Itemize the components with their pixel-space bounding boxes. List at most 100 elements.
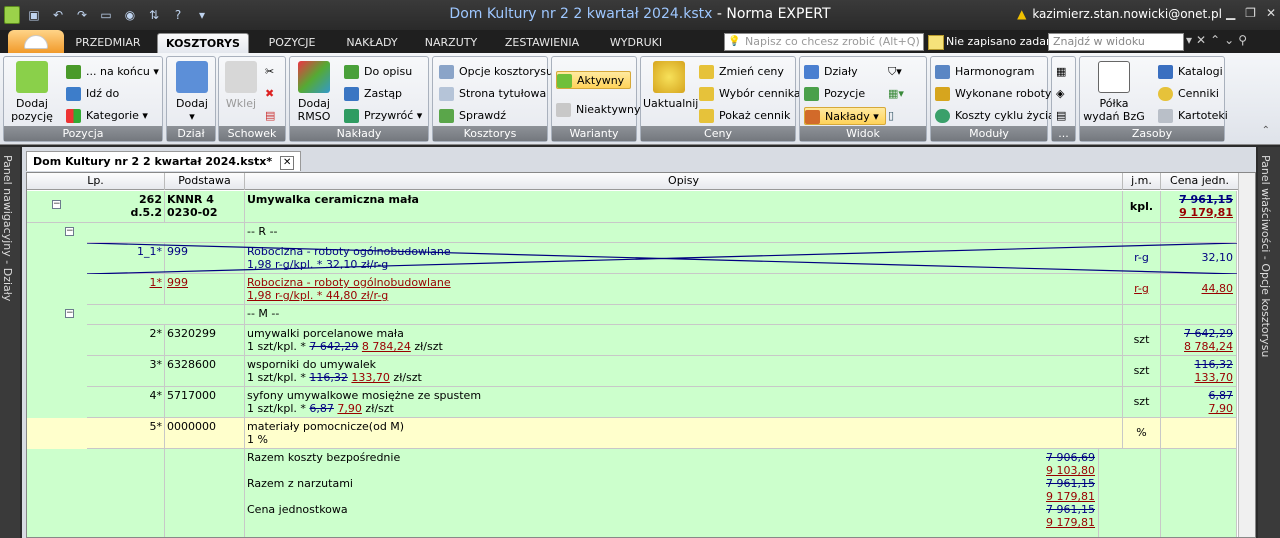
show-pricelist-button[interactable]: Pokaż cennik	[699, 107, 790, 125]
categories-button[interactable]: Kategorie ▾	[66, 107, 148, 125]
app-logo-icon[interactable]	[4, 6, 20, 24]
delete-icon[interactable]: ✖	[265, 85, 283, 103]
minimize-icon[interactable]: ▁	[1226, 6, 1235, 20]
binoculars-icon[interactable]: ⚲	[1238, 33, 1247, 47]
collapse-position-icon[interactable]: −	[52, 200, 61, 209]
title-page-button[interactable]: Strona tytułowa	[439, 85, 546, 103]
check-icon	[439, 109, 454, 123]
close-icon[interactable]: ✕	[1266, 6, 1276, 20]
tab-naklady[interactable]: NAKŁADY	[336, 33, 408, 53]
tab-przedmiar[interactable]: PRZEDMIAR	[68, 33, 148, 53]
tab-zestawienia[interactable]: ZESTAWIENIA	[496, 33, 588, 53]
catalogs-icon	[1158, 65, 1173, 79]
col-podstawa[interactable]: Podstawa	[165, 173, 245, 190]
restore-button[interactable]: Przywróć ▾	[344, 107, 422, 125]
ribbon-tabs: PRZEDMIAR KOSZTORYS POZYCJE NAKŁADY NARZ…	[0, 30, 1280, 53]
sort-icon[interactable]: ⇅	[144, 6, 164, 24]
tab-pozycje[interactable]: POZYCJE	[254, 33, 330, 53]
pricelists-button[interactable]: Cenniki	[1158, 85, 1219, 103]
resource-row-deleted[interactable]: 1_1* 999 Robocizna - roboty ogólnobudowl…	[27, 243, 1237, 274]
material-row-auxiliary[interactable]: 5* 0000000 materiały pomocnicze(od M) 1 %…	[27, 418, 1237, 449]
view-positions-button[interactable]: Pozycje	[804, 85, 865, 103]
col-opisy[interactable]: Opisy	[245, 173, 1123, 190]
undo-icon[interactable]: ↶	[48, 6, 68, 24]
active-variant-button[interactable]: Aktywny	[556, 71, 632, 89]
customize-qat-icon[interactable]: ▾	[192, 6, 212, 24]
to-description-button[interactable]: Do opisu	[344, 63, 412, 81]
copy-icon[interactable]: ▤	[265, 107, 283, 125]
cards-button[interactable]: Kartoteki	[1158, 107, 1228, 125]
col-jm[interactable]: j.m.	[1123, 173, 1161, 190]
collapse-ribbon-icon[interactable]: ⌃	[1262, 125, 1270, 136]
cut-icon[interactable]: ✂	[265, 63, 283, 81]
help-icon[interactable]: ?	[168, 6, 188, 24]
find-down-icon[interactable]: ⌄	[1224, 33, 1234, 47]
tab-narzuty[interactable]: NARZUTY	[416, 33, 486, 53]
collapse-m-icon[interactable]: −	[65, 309, 74, 318]
palette-icon[interactable]: ◉	[120, 6, 140, 24]
collapse-r-icon[interactable]: −	[65, 227, 74, 236]
paste-button[interactable]: Wklej	[223, 61, 259, 110]
right-properties-panel[interactable]: Panel właściwości - Opcje kosztorysu	[1258, 147, 1280, 538]
file-menu-button[interactable]	[8, 30, 64, 53]
material-row[interactable]: 2* 6320299 umywalki porcelanowe mała 1 sz…	[27, 325, 1237, 356]
vertical-scrollbar[interactable]	[1238, 173, 1255, 537]
bzg-shelf-button[interactable]: Półka wydań BzG	[1082, 61, 1146, 123]
schedule-button[interactable]: Harmonogram	[935, 63, 1034, 81]
filter-icon[interactable]: ⛉▾	[888, 63, 918, 81]
view-naklady-button[interactable]: Nakłady ▾	[804, 107, 886, 125]
redo-icon[interactable]: ↷	[72, 6, 92, 24]
unsaved-tasks[interactable]: Nie zapisano zadań	[928, 35, 1053, 50]
find-up-icon[interactable]: ⌃	[1210, 33, 1220, 47]
user-account[interactable]: ▲ kazimierz.stan.nowicki@onet.pl	[1017, 7, 1222, 21]
restore-icon[interactable]: ❐	[1245, 6, 1256, 20]
rmso-icon	[298, 61, 330, 93]
find-dropdown-icon[interactable]: ▾	[1186, 33, 1192, 47]
change-prices-icon	[699, 65, 714, 79]
r-group-row[interactable]: -- R -- −	[27, 223, 1237, 243]
find-in-view-input[interactable]: Znajdź w widoku	[1048, 33, 1184, 51]
group-label-ceny: Ceny	[641, 126, 795, 141]
tool-icon[interactable]: ◈	[1056, 85, 1072, 103]
add-rmso-button[interactable]: Dodaj RMSO	[293, 61, 335, 123]
position-row[interactable]: 262 d.5.2 KNNR 4 0230-02 Umywalka ceramicz…	[27, 191, 1237, 223]
summary-row[interactable]: Razem koszty bezpośrednie Razem z narzut…	[27, 449, 1237, 537]
add-at-end-button[interactable]: ... na końcu ▾	[66, 63, 159, 81]
left-navigation-panel[interactable]: Panel nawigacyjny - Działy	[0, 147, 20, 538]
summary-unit-old: 7 961,15	[1046, 503, 1095, 516]
lifecycle-costs-button[interactable]: Koszty cyklu życia	[935, 107, 1055, 125]
close-tab-icon[interactable]: ✕	[280, 156, 295, 170]
replace-button[interactable]: Zastąp	[344, 85, 402, 103]
calculator-icon[interactable]: ▦	[1056, 63, 1072, 81]
window-icon[interactable]: ▭	[96, 6, 116, 24]
document-tab[interactable]: Dom Kultury nr 2 2 kwartał 2024.kstx* ✕	[26, 151, 302, 171]
col-cena[interactable]: Cena jedn.	[1161, 173, 1239, 190]
change-prices-button[interactable]: Zmień ceny	[699, 63, 784, 81]
view-sections-button[interactable]: Działy	[804, 63, 858, 81]
catalogs-button[interactable]: Katalogi	[1158, 63, 1223, 81]
resource-row[interactable]: 1* 999 Robocizna - roboty ogólnobudowlan…	[27, 274, 1237, 305]
view-options-icon[interactable]: ▦▾	[888, 85, 918, 103]
check-button[interactable]: Sprawdź	[439, 107, 506, 125]
tab-kosztorys[interactable]: KOSZTORYS	[157, 33, 249, 53]
summary-direct-label: Razem koszty bezpośrednie	[247, 451, 401, 464]
estimate-options-button[interactable]: Opcje kosztorysu	[439, 63, 553, 81]
tell-me-input[interactable]: Napisz co chcesz zrobić (Alt+Q)	[724, 33, 924, 51]
m-group-row[interactable]: -- M -- −	[27, 305, 1237, 325]
update-prices-button[interactable]: Uaktualnij	[643, 61, 698, 110]
notes-icon[interactable]: ▤	[1056, 107, 1072, 125]
clear-search-icon[interactable]: ✕	[1196, 33, 1206, 47]
work-done-button[interactable]: Wykonane roboty	[935, 85, 1051, 103]
choose-pricelist-button[interactable]: Wybór cennika	[699, 85, 801, 103]
add-section-button[interactable]: Dodaj ▾	[172, 61, 212, 123]
group-moduly: Harmonogram Wykonane roboty Koszty cyklu…	[930, 56, 1055, 142]
inactive-variant-button[interactable]: Nieaktywny	[556, 101, 640, 119]
material-row[interactable]: 3* 6328600 wsporniki do umywalek 1 szt/kp…	[27, 356, 1237, 387]
goto-button[interactable]: Idź do	[66, 85, 119, 103]
add-position-button[interactable]: Dodaj pozycję	[10, 61, 54, 123]
view-page-icon[interactable]: ▯	[888, 107, 918, 125]
tab-wydruki[interactable]: WYDRUKI	[598, 33, 674, 53]
save-icon[interactable]: ▣	[24, 6, 44, 24]
material-row[interactable]: 4* 5717000 syfony umywalkowe mosiężne ze…	[27, 387, 1237, 418]
col-lp[interactable]: Lp.	[27, 173, 165, 190]
